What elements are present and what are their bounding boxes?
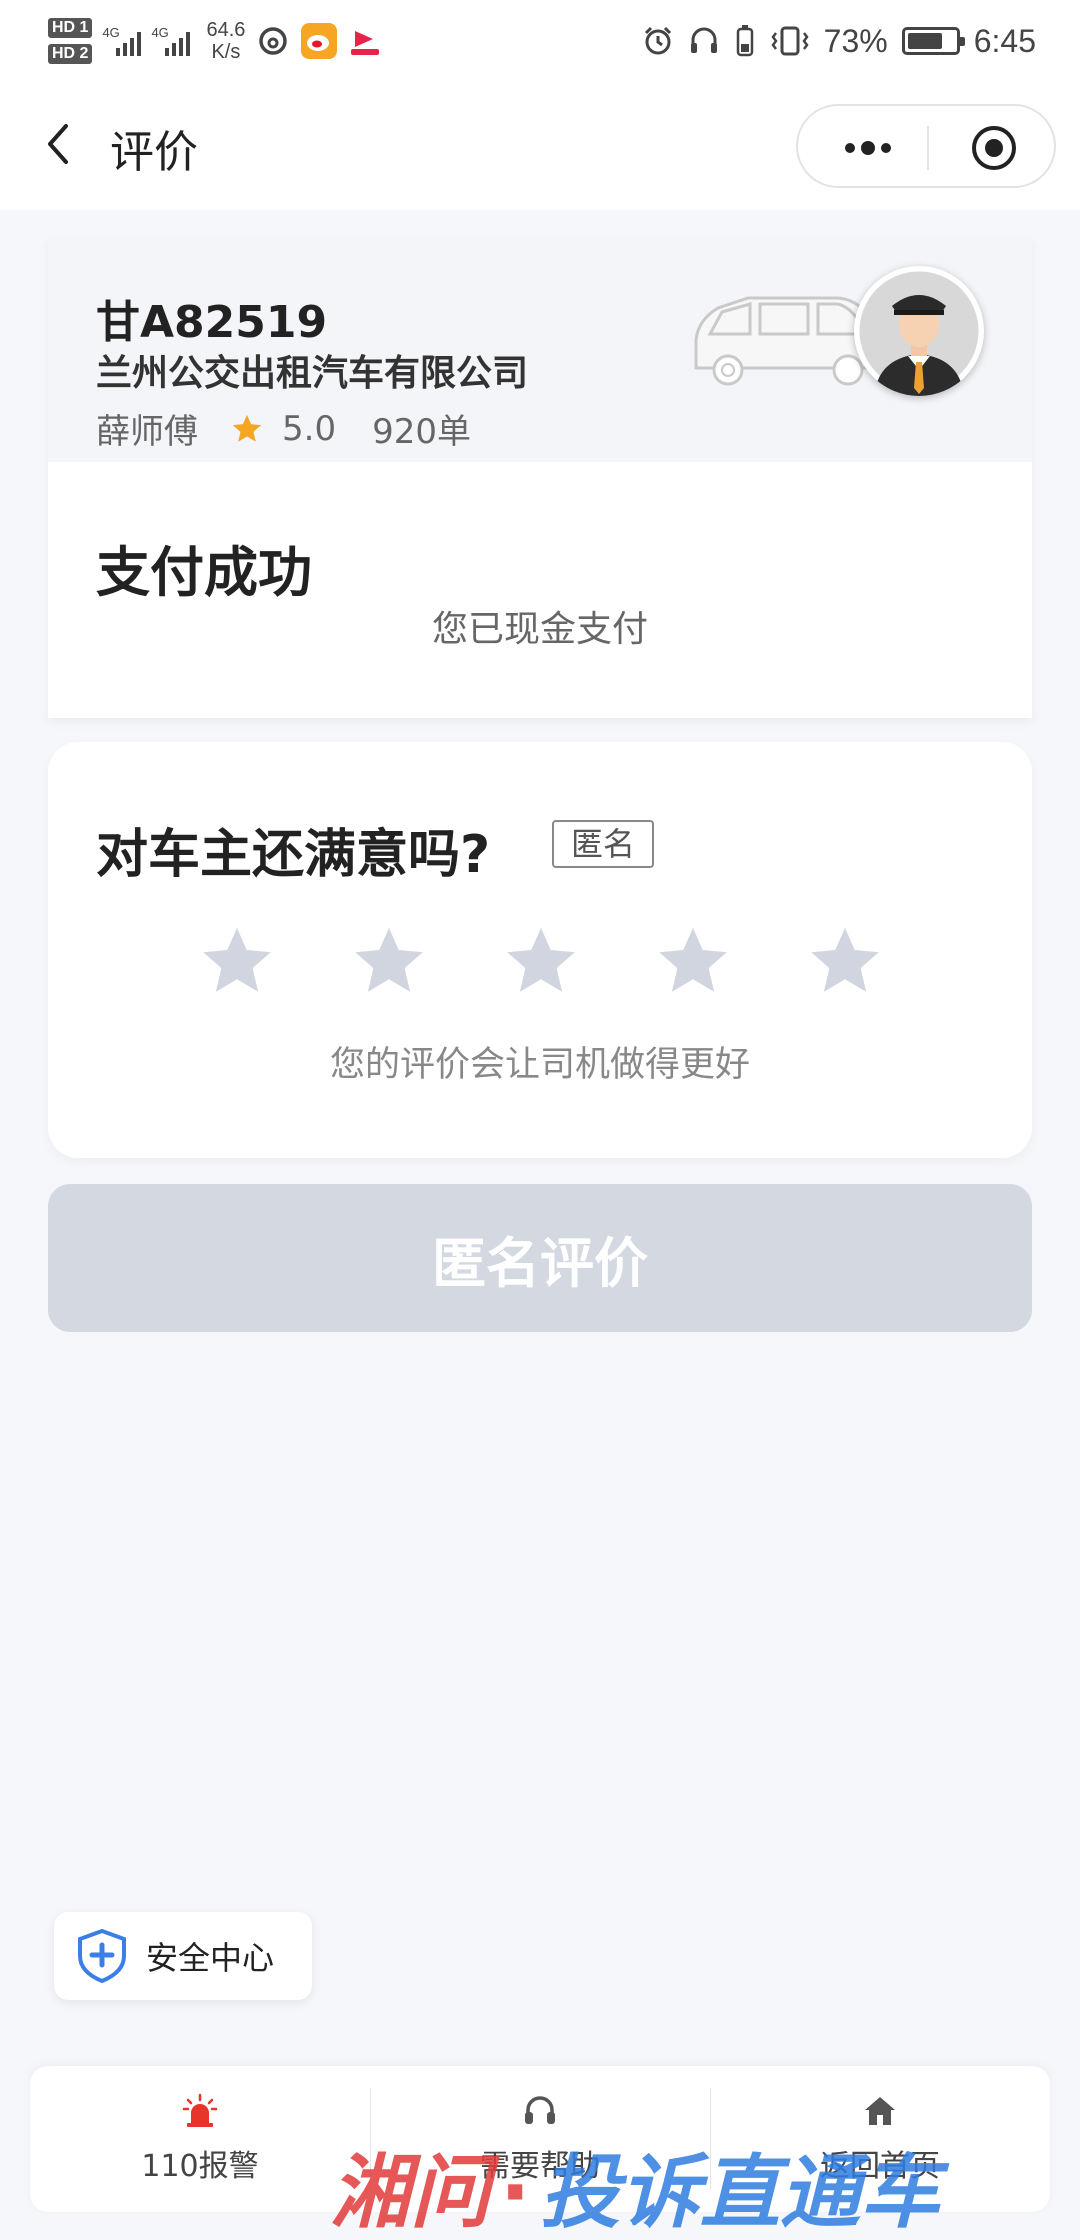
net-speed: 64.6 K/s xyxy=(206,19,245,63)
net-speed-value: 64.6 xyxy=(206,19,246,41)
video-app-icon xyxy=(347,23,384,59)
alarm-icon xyxy=(182,2093,218,2127)
svg-text:·: · xyxy=(500,2146,530,2236)
battery-icon xyxy=(901,27,965,55)
headset-icon xyxy=(525,2096,555,2124)
watermark-logo: 湘问 · 投诉直通车 xyxy=(330,2146,950,2236)
driver-meta: 薛师傅 5.0 920单 xyxy=(96,404,471,453)
net-speed-unit: K/s xyxy=(211,41,241,63)
driver-avatar-icon xyxy=(854,266,984,396)
rating-question: 对车主还满意吗? xyxy=(96,825,491,885)
more-dots-icon[interactable] xyxy=(828,126,908,170)
license-plate: 甘A82519 xyxy=(96,297,328,348)
rating-star-1-icon[interactable] xyxy=(198,922,276,1000)
title-bar: 评价 xyxy=(0,82,1080,210)
hd-badges: HD 1 HD 2 xyxy=(48,18,93,64)
capsule-divider xyxy=(927,126,929,170)
clock-time: 6:45 xyxy=(973,22,1036,59)
hd-badge-2: HD 2 xyxy=(48,44,93,64)
star-rating xyxy=(198,922,884,1000)
battery-fill xyxy=(907,33,942,49)
svg-text:投诉直通车: 投诉直通车 xyxy=(540,2146,950,2236)
driver-avatar xyxy=(854,266,984,396)
hd-badge-1: HD 1 xyxy=(48,18,93,38)
safety-center-label: 安全中心 xyxy=(146,1939,275,1977)
rating-star-5-icon[interactable] xyxy=(806,922,884,1000)
driver-name: 薛师傅 xyxy=(96,412,198,452)
driver-rating: 5.0 xyxy=(282,408,337,449)
page-title: 评价 xyxy=(110,127,198,178)
payment-status-title: 支付成功 xyxy=(96,541,312,604)
signal-bars-icon xyxy=(165,30,191,56)
battery-percent: 73% xyxy=(823,22,888,59)
status-left: HD 1 HD 2 4G 4G 64.6 K/s xyxy=(48,10,384,72)
status-bar: HD 1 HD 2 4G 4G 64.6 K/s 73% 6:45 xyxy=(0,0,1080,82)
driver-orders: 920单 xyxy=(372,412,471,452)
home-icon xyxy=(865,2097,895,2125)
miniprogram-capsule xyxy=(796,104,1056,188)
svg-text:湘问: 湘问 xyxy=(330,2146,500,2236)
weibo-icon xyxy=(301,23,338,59)
back-arrow-icon[interactable] xyxy=(30,114,90,174)
alarm-clock-icon xyxy=(644,26,671,55)
taxi-company: 兰州公交出租汽车有限公司 xyxy=(96,353,529,394)
earbud-battery-icon xyxy=(736,25,753,57)
close-miniprogram-icon[interactable] xyxy=(970,124,1018,172)
status-right: 73% 6:45 xyxy=(642,10,1036,72)
rating-star-2-icon[interactable] xyxy=(350,922,428,1000)
police-110-button[interactable]: 110报警 xyxy=(30,2066,370,2212)
rating-hint: 您的评价会让司机做得更好 xyxy=(329,1045,750,1085)
signal-1: 4G xyxy=(102,26,142,56)
police-110-label: 110报警 xyxy=(141,2149,259,2184)
driver-info: 甘A82519 兰州公交出租汽车有限公司 薛师傅 5.0 920单 xyxy=(48,238,1032,462)
anonymous-submit-button[interactable]: 匿名评价 xyxy=(48,1184,1032,1332)
signal-bars-icon xyxy=(116,30,142,56)
anonymous-tag[interactable]: 匿名 xyxy=(552,820,654,868)
rating-card: 对车主还满意吗? 匿名 您的评价会让司机做得更好 xyxy=(48,742,1032,1158)
shield-icon xyxy=(78,1928,126,1984)
payment-method-desc: 您已现金支付 xyxy=(431,609,648,650)
safety-center-button[interactable]: 安全中心 xyxy=(54,1912,312,2000)
signal-2: 4G xyxy=(151,26,191,56)
vibrate-icon xyxy=(771,26,809,56)
rating-star-4-icon[interactable] xyxy=(654,922,732,1000)
star-icon xyxy=(232,414,262,442)
trip-card: 甘A82519 兰州公交出租汽车有限公司 薛师傅 5.0 920单 支付成功 您… xyxy=(48,238,1032,718)
headphone-icon xyxy=(690,27,717,53)
netease-music-icon xyxy=(259,27,288,55)
rating-star-3-icon[interactable] xyxy=(502,922,580,1000)
